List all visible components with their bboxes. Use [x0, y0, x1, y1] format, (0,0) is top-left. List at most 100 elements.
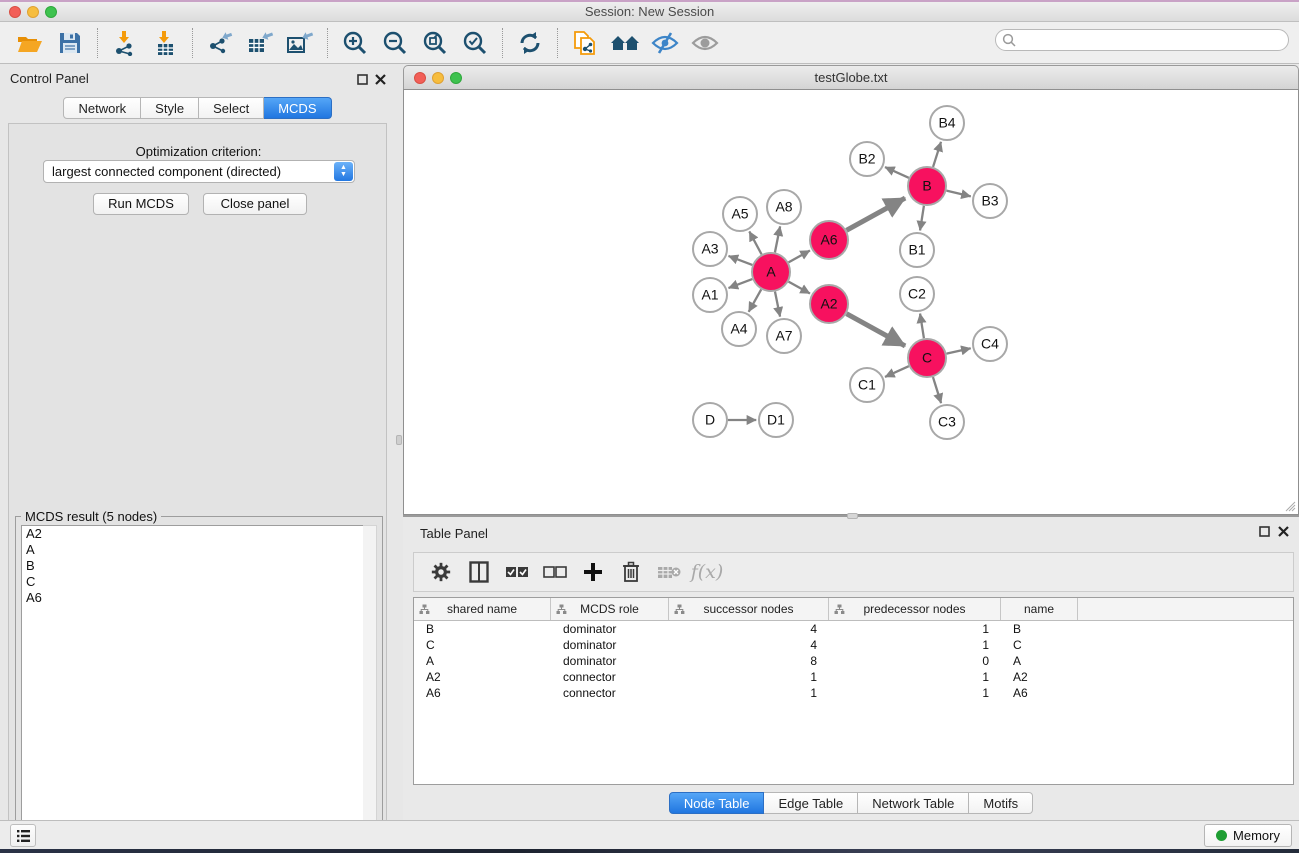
select-columns-button[interactable]: [462, 556, 496, 588]
tab-select[interactable]: Select: [199, 97, 264, 119]
float-panel-icon[interactable]: [355, 72, 369, 86]
table-cell[interactable]: 0: [829, 654, 1001, 668]
tab-style[interactable]: Style: [141, 97, 199, 119]
task-history-button[interactable]: [10, 824, 36, 847]
table-cell[interactable]: connector: [551, 670, 669, 684]
close-panel-icon[interactable]: [1276, 524, 1290, 538]
zoom-in-button[interactable]: [335, 26, 375, 60]
network-canvas[interactable]: AA1A2A3A4A5A6A7A8BB1B2B3B4CC1C2C3C4DD1: [403, 89, 1299, 515]
splitter-handle[interactable]: [847, 513, 858, 519]
hide-panel-button[interactable]: [645, 26, 685, 60]
table-cell[interactable]: 8: [669, 654, 829, 668]
add-column-button[interactable]: [576, 556, 610, 588]
table-cell[interactable]: B: [1001, 622, 1078, 636]
table-cell[interactable]: 1: [669, 670, 829, 684]
graph-edge-A6-B[interactable]: [847, 198, 906, 230]
graph-edge-B-B2[interactable]: [885, 167, 909, 178]
table-cell[interactable]: A: [414, 654, 551, 668]
node-table[interactable]: shared nameMCDS rolesuccessor nodesprede…: [413, 597, 1294, 785]
clone-network-button[interactable]: [565, 26, 605, 60]
table-row[interactable]: Cdominator41C: [414, 637, 1293, 653]
close-panel-icon[interactable]: [373, 72, 387, 86]
result-list-item[interactable]: C: [22, 574, 364, 590]
graph-edge-C-C4[interactable]: [947, 348, 971, 353]
import-network-button[interactable]: [105, 26, 145, 60]
graph-edge-A-A7[interactable]: [775, 292, 780, 317]
function-builder-button[interactable]: f(x): [690, 556, 724, 588]
hide-all-columns-button[interactable]: [538, 556, 572, 588]
maximize-window-button[interactable]: [45, 6, 57, 18]
table-cell[interactable]: 1: [829, 686, 1001, 700]
splitter-handle[interactable]: [396, 435, 402, 445]
table-cell[interactable]: A2: [1001, 670, 1078, 684]
float-panel-icon[interactable]: [1257, 524, 1271, 538]
result-list-item[interactable]: A: [22, 542, 364, 558]
graph-edge-A-A1[interactable]: [728, 279, 752, 288]
open-file-button[interactable]: [10, 26, 50, 60]
zoom-selected-button[interactable]: [455, 26, 495, 60]
export-network-button[interactable]: [200, 26, 240, 60]
table-cell[interactable]: dominator: [551, 638, 669, 652]
table-options-button[interactable]: [424, 556, 458, 588]
column-header-predecessor-nodes[interactable]: predecessor nodes: [829, 598, 1001, 620]
table-cell[interactable]: 1: [669, 686, 829, 700]
delete-column-button[interactable]: [614, 556, 648, 588]
tab-mcds[interactable]: MCDS: [264, 97, 331, 119]
memory-button[interactable]: Memory: [1204, 824, 1292, 847]
table-cell[interactable]: B: [414, 622, 551, 636]
table-cell[interactable]: A6: [414, 686, 551, 700]
tab-network-table[interactable]: Network Table: [858, 792, 969, 814]
table-cell[interactable]: A6: [1001, 686, 1078, 700]
search-input[interactable]: [995, 29, 1289, 51]
table-row[interactable]: A6connector11A6: [414, 685, 1293, 701]
column-header-name[interactable]: name: [1001, 598, 1078, 620]
graph-edge-A-A6[interactable]: [789, 251, 810, 263]
criterion-select[interactable]: largest connected component (directed) ▲…: [43, 160, 355, 183]
show-panel-button[interactable]: [685, 26, 725, 60]
table-cell[interactable]: 1: [829, 622, 1001, 636]
export-table-button[interactable]: [240, 26, 280, 60]
graph-edge-B-B4[interactable]: [933, 142, 941, 167]
close-window-button[interactable]: [9, 6, 21, 18]
graph-edge-A-A8[interactable]: [775, 226, 780, 252]
column-header-successor-nodes[interactable]: successor nodes: [669, 598, 829, 620]
graph-edge-B-B3[interactable]: [946, 191, 970, 197]
result-list-item[interactable]: A2: [22, 526, 364, 542]
minimize-window-button[interactable]: [27, 6, 39, 18]
minimize-network-button[interactable]: [432, 72, 444, 84]
vertical-splitter[interactable]: [395, 64, 403, 820]
close-panel-button[interactable]: Close panel: [203, 193, 307, 215]
export-image-button[interactable]: [280, 26, 320, 60]
graph-edge-A2-C[interactable]: [847, 314, 906, 346]
column-header-shared-name[interactable]: shared name: [414, 598, 551, 620]
table-cell[interactable]: C: [414, 638, 551, 652]
table-row[interactable]: Bdominator41B: [414, 621, 1293, 637]
table-cell[interactable]: 1: [829, 638, 1001, 652]
graph-edge-C-C3[interactable]: [933, 377, 941, 403]
column-header-MCDS-role[interactable]: MCDS role: [551, 598, 669, 620]
delete-table-button[interactable]: [652, 556, 686, 588]
apply-layout-button[interactable]: [510, 26, 550, 60]
graph-edge-A-A3[interactable]: [728, 256, 752, 265]
result-list-scrollbar[interactable]: [363, 525, 377, 851]
result-list-item[interactable]: A6: [22, 590, 364, 606]
maximize-network-button[interactable]: [450, 72, 462, 84]
table-cell[interactable]: 4: [669, 638, 829, 652]
close-network-button[interactable]: [414, 72, 426, 84]
graph-edge-A-A5[interactable]: [749, 231, 761, 254]
tab-node-table[interactable]: Node Table: [669, 792, 765, 814]
table-cell[interactable]: C: [1001, 638, 1078, 652]
resize-grip-icon[interactable]: [1284, 500, 1296, 512]
mcds-result-list[interactable]: A2ABCA6: [21, 525, 365, 851]
graph-edge-A-A2[interactable]: [789, 282, 810, 294]
show-all-columns-button[interactable]: [500, 556, 534, 588]
table-cell[interactable]: dominator: [551, 622, 669, 636]
graph-edge-C-C2[interactable]: [920, 314, 924, 339]
run-mcds-button[interactable]: Run MCDS: [93, 193, 189, 215]
table-cell[interactable]: dominator: [551, 654, 669, 668]
tab-motifs[interactable]: Motifs: [969, 792, 1033, 814]
save-session-button[interactable]: [50, 26, 90, 60]
table-cell[interactable]: A2: [414, 670, 551, 684]
tab-edge-table[interactable]: Edge Table: [764, 792, 858, 814]
table-row[interactable]: Adominator80A: [414, 653, 1293, 669]
